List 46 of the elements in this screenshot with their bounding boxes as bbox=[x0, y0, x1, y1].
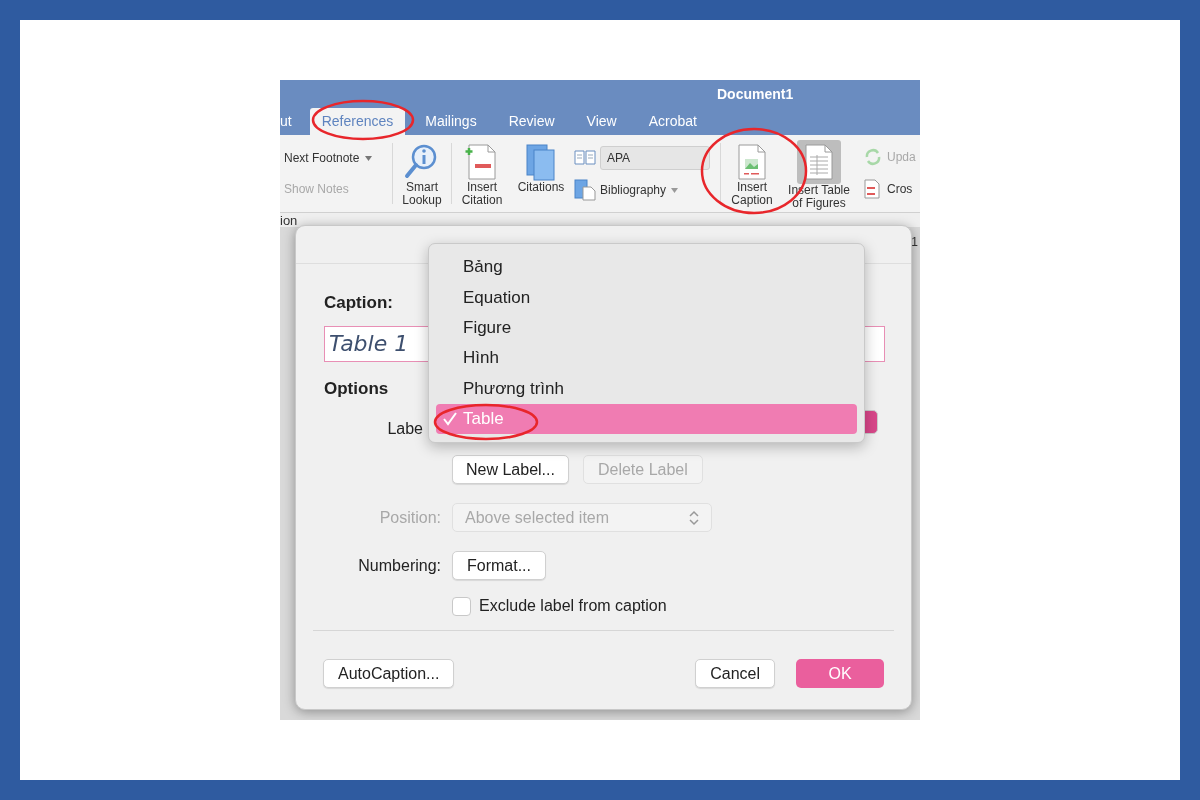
checkbox[interactable] bbox=[452, 596, 471, 616]
format-button[interactable]: Format... bbox=[452, 551, 546, 580]
document-icon bbox=[863, 179, 883, 200]
cross-reference-button[interactable]: Cros bbox=[863, 179, 916, 200]
smart-lookup-button[interactable]: Smart Lookup bbox=[394, 181, 450, 207]
bibliography-icon bbox=[574, 179, 596, 202]
new-label-button[interactable]: New Label... bbox=[452, 455, 569, 484]
table-document-icon bbox=[802, 143, 836, 181]
insert-citation-button[interactable]: Insert Citation bbox=[454, 181, 510, 207]
bibliography-button[interactable]: Bibliography bbox=[600, 181, 679, 200]
ruler-text: ion bbox=[280, 214, 298, 228]
menu-item-label: Hình bbox=[463, 347, 499, 370]
menu-item-label: Bảng bbox=[463, 256, 503, 279]
menu-item-label: Equation bbox=[463, 286, 531, 309]
menu-item[interactable]: Bảng bbox=[436, 252, 857, 283]
next-footnote-button[interactable]: Next Footnote bbox=[284, 149, 392, 168]
ruler-mark: 1 bbox=[911, 234, 918, 251]
refresh-icon bbox=[863, 147, 883, 166]
menu-item-label: Phương trình bbox=[463, 377, 564, 400]
window-title: Document1 bbox=[717, 84, 794, 104]
cancel-button[interactable]: Cancel bbox=[695, 659, 775, 688]
menu-item[interactable]: Equation bbox=[436, 282, 857, 313]
caption-label: Caption: bbox=[324, 292, 393, 314]
caret-icon bbox=[671, 187, 679, 193]
insert-citation-icon bbox=[465, 143, 499, 181]
insert-caption-button[interactable]: Insert Caption bbox=[722, 181, 782, 207]
position-label: Position: bbox=[378, 507, 441, 528]
caption-value: Table 1 bbox=[329, 330, 409, 358]
autocaption-button[interactable]: AutoCaption... bbox=[323, 659, 455, 688]
numbering-label: Numbering: bbox=[357, 555, 441, 576]
stepper-arrows-icon bbox=[689, 509, 699, 526]
menu-item[interactable]: Figure bbox=[436, 312, 857, 343]
check-icon bbox=[442, 411, 457, 426]
caret-icon bbox=[365, 155, 373, 161]
ribbon-tab[interactable]: References bbox=[309, 108, 406, 135]
menu-item-label: Figure bbox=[463, 317, 512, 340]
book-open-icon bbox=[574, 148, 596, 167]
picture-document-icon bbox=[735, 143, 769, 181]
menu-item[interactable]: Hình bbox=[436, 343, 857, 374]
style-select[interactable]: APA bbox=[600, 145, 710, 170]
menu-item[interactable]: Phương trình bbox=[436, 373, 857, 404]
label-label: Labe bbox=[387, 419, 423, 439]
menu-item-label: Table bbox=[463, 408, 504, 431]
checkbox-label: Exclude label from caption bbox=[479, 596, 667, 616]
options-heading: Options bbox=[324, 377, 389, 400]
citations-button[interactable]: Citations bbox=[517, 181, 565, 194]
